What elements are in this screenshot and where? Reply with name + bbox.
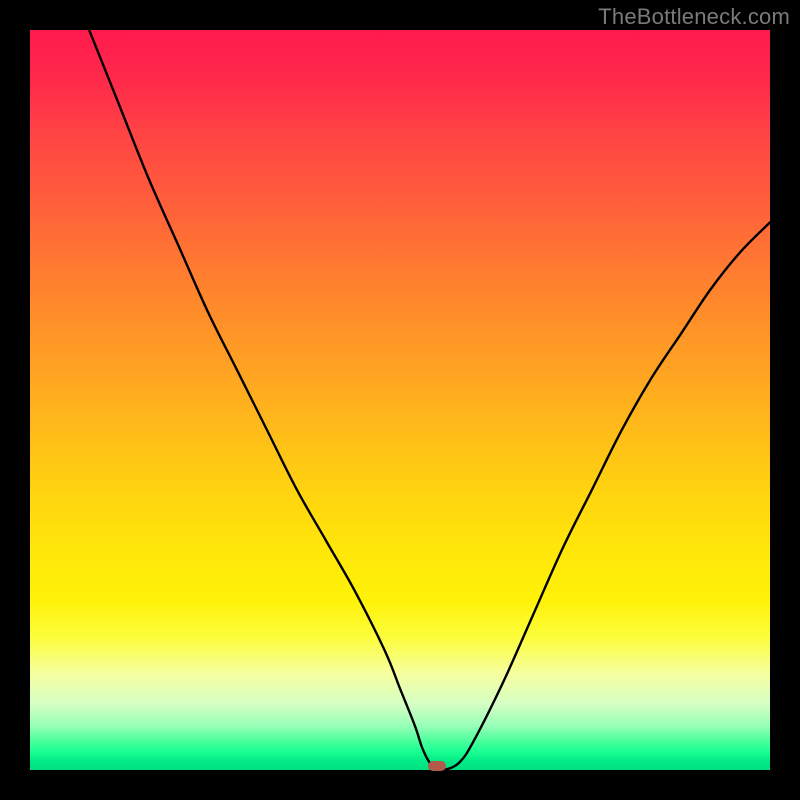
chart-frame: TheBottleneck.com [0, 0, 800, 800]
watermark-text: TheBottleneck.com [598, 4, 790, 30]
curve-svg [30, 30, 770, 770]
optimal-point-marker [428, 761, 446, 771]
bottleneck-curve [89, 30, 770, 770]
plot-area [30, 30, 770, 770]
